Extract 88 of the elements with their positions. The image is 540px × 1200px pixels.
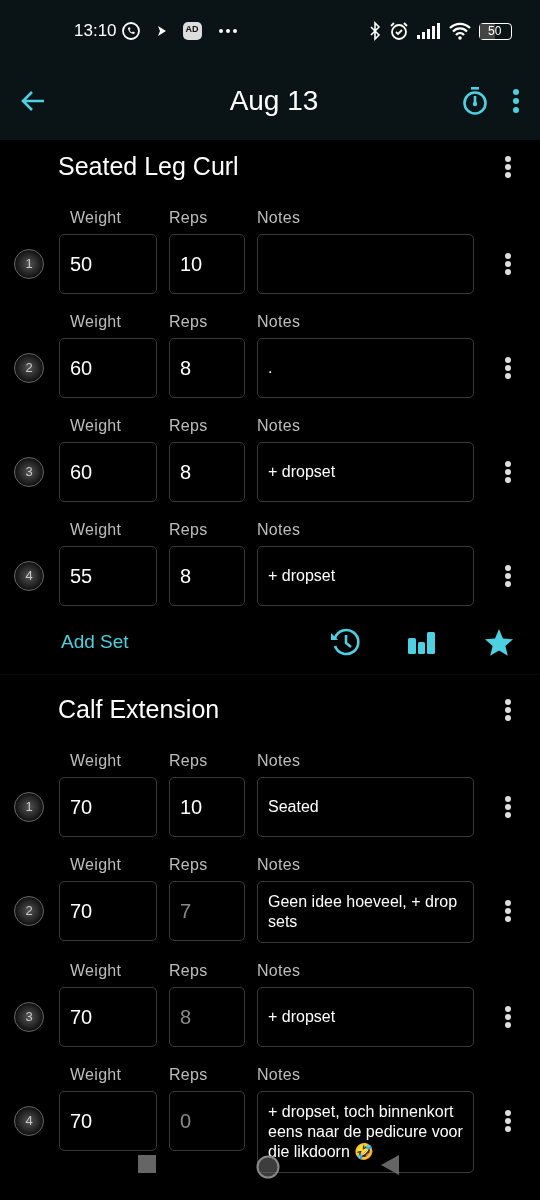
chat-icon <box>120 21 141 41</box>
notes-field[interactable]: Geen idee hoeveel, + drop sets <box>257 881 474 943</box>
back-nav-button[interactable] <box>381 1155 399 1175</box>
history-button[interactable] <box>330 628 360 656</box>
reps-label: Reps <box>169 416 209 434</box>
stats-button[interactable] <box>408 630 436 654</box>
weight-field[interactable]: 70 <box>59 881 157 941</box>
exercise-title: Seated Leg Curl <box>57 151 240 183</box>
home-button[interactable] <box>256 1155 280 1179</box>
weight-label: Weight <box>70 312 123 330</box>
reps-field[interactable]: 8 <box>169 987 245 1047</box>
reps-field[interactable]: 0 <box>169 1091 245 1151</box>
reps-label: Reps <box>169 520 209 538</box>
reps-label: Reps <box>169 961 209 979</box>
notes-field[interactable]: + dropset <box>257 442 474 502</box>
set-number: 3 <box>14 1002 44 1032</box>
set-menu-button[interactable] <box>504 356 512 380</box>
play-icon <box>156 25 167 37</box>
set-number: 2 <box>14 896 44 926</box>
status-time: 13:10 <box>74 20 117 43</box>
notes-field[interactable]: . <box>257 338 474 398</box>
weight-field[interactable]: 60 <box>59 338 157 398</box>
set-menu-button[interactable] <box>504 252 512 276</box>
weight-field[interactable]: 55 <box>59 546 157 606</box>
notes-field[interactable]: Seated <box>257 777 474 837</box>
set-menu-button[interactable] <box>504 460 512 484</box>
notes-label: Notes <box>257 751 301 769</box>
set-number: 3 <box>14 457 44 487</box>
more-icon <box>217 28 238 34</box>
notes-field[interactable]: + dropset <box>257 546 474 606</box>
set-number: 1 <box>14 792 44 822</box>
reps-field[interactable]: 8 <box>169 546 245 606</box>
reps-field[interactable]: 10 <box>169 777 245 837</box>
reps-field[interactable]: 8 <box>169 442 245 502</box>
weight-field[interactable]: 70 <box>59 777 157 837</box>
reps-label: Reps <box>169 855 209 873</box>
reps-label: Reps <box>169 312 209 330</box>
bluetooth-icon <box>369 21 381 41</box>
back-button[interactable] <box>20 90 46 112</box>
weight-label: Weight <box>70 1065 123 1083</box>
weight-label: Weight <box>70 208 123 226</box>
weight-label: Weight <box>70 855 123 873</box>
add-set-button[interactable]: Add Set <box>61 627 129 657</box>
ad-icon: AD <box>182 22 202 40</box>
set-number: 4 <box>14 1106 44 1136</box>
set-number: 1 <box>14 249 44 279</box>
exercise-title: Calf Extension <box>57 694 221 726</box>
notes-label: Notes <box>257 520 301 538</box>
notes-label: Notes <box>257 1065 301 1083</box>
signal-icon <box>417 23 441 39</box>
exercise-menu-button[interactable] <box>504 155 512 179</box>
notes-label: Notes <box>257 961 301 979</box>
set-menu-button[interactable] <box>504 1109 512 1133</box>
reps-label: Reps <box>169 751 209 769</box>
weight-field[interactable]: 70 <box>59 987 157 1047</box>
set-number: 2 <box>14 353 44 383</box>
weight-label: Weight <box>70 416 123 434</box>
notes-label: Notes <box>257 416 301 434</box>
weight-label: Weight <box>70 520 123 538</box>
timer-button[interactable] <box>462 87 488 115</box>
exercise-menu-button[interactable] <box>504 698 512 722</box>
alarm-icon <box>389 21 409 41</box>
notes-label: Notes <box>257 208 301 226</box>
menu-button[interactable] <box>512 88 520 114</box>
reps-label: Reps <box>169 208 209 226</box>
reps-field[interactable]: 7 <box>169 881 245 941</box>
reps-field[interactable]: 10 <box>169 234 245 294</box>
reps-label: Reps <box>169 1065 209 1083</box>
weight-label: Weight <box>70 751 123 769</box>
weight-field[interactable]: 60 <box>59 442 157 502</box>
set-menu-button[interactable] <box>504 899 512 923</box>
weight-field[interactable]: 70 <box>59 1091 157 1151</box>
weight-field[interactable]: 50 <box>59 234 157 294</box>
set-menu-button[interactable] <box>504 795 512 819</box>
favorite-button[interactable] <box>484 628 514 656</box>
notes-field[interactable]: + dropset <box>257 987 474 1047</box>
notes-field[interactable] <box>257 234 474 294</box>
notes-field[interactable]: + dropset, toch binnenkort eens naar de pedicure voor die likdoorn 🤣 <box>257 1091 474 1173</box>
wifi-icon <box>449 22 471 40</box>
set-number: 4 <box>14 561 44 591</box>
set-menu-button[interactable] <box>504 564 512 588</box>
set-menu-button[interactable] <box>504 1005 512 1029</box>
notes-label: Notes <box>257 312 301 330</box>
page-title: Aug 13 <box>228 84 320 118</box>
battery-icon: 50 <box>479 22 512 40</box>
reps-field[interactable]: 8 <box>169 338 245 398</box>
weight-label: Weight <box>70 961 123 979</box>
notes-label: Notes <box>257 855 301 873</box>
